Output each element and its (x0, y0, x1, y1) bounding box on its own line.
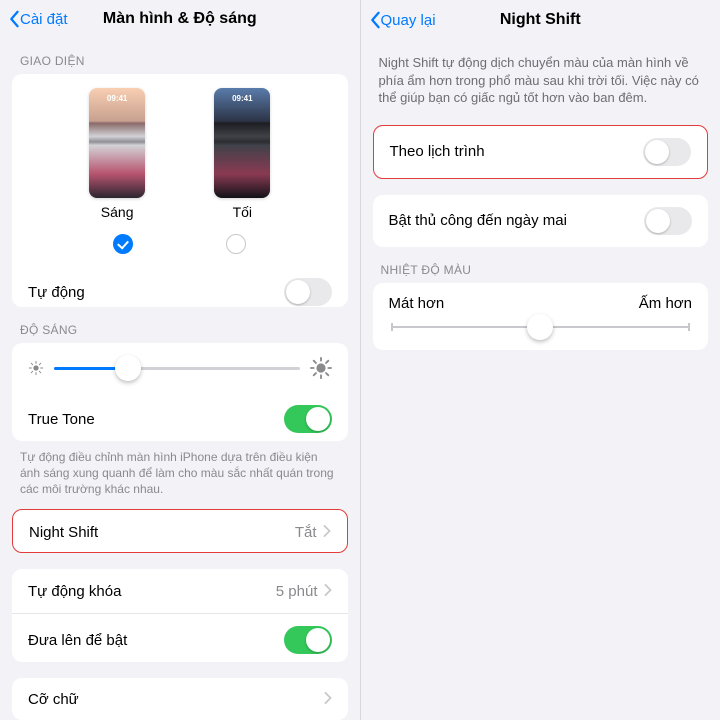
toggle-true-tone[interactable] (284, 405, 332, 433)
manual-enable-label: Bật thủ công đến ngày mai (389, 212, 567, 229)
auto-appearance-label: Tự động (28, 284, 85, 301)
navbar-left: Cài đặt Màn hình & Độ sáng (0, 0, 360, 38)
night-shift-card: Night Shift Tắt (12, 509, 348, 553)
color-temp-slider[interactable] (373, 316, 709, 350)
chevron-right-icon (324, 691, 332, 708)
toggle-manual-enable[interactable] (644, 207, 692, 235)
color-temp-card: Mát hơn Ấm hơn (373, 283, 709, 350)
chevron-left-icon (8, 10, 20, 28)
chevron-left-icon (369, 11, 381, 29)
raise-to-wake-label: Đưa lên để bật (28, 632, 127, 649)
radio-light[interactable] (113, 234, 133, 254)
schedule-label: Theo lịch trình (390, 143, 485, 160)
text-size-card: Cỡ chữ (12, 678, 348, 720)
night-shift-label: Night Shift (29, 524, 98, 541)
schedule-card: Theo lịch trình (373, 125, 709, 179)
brightness-slider-row (12, 343, 348, 393)
section-header-color-temp: NHIỆT ĐỘ MÀU (361, 247, 720, 283)
manual-card: Bật thủ công đến ngày mai (373, 195, 709, 247)
toggle-schedule[interactable] (643, 138, 691, 166)
brightness-slider-thumb[interactable] (115, 355, 141, 381)
appearance-dark-label: Tối (233, 204, 252, 220)
row-true-tone: True Tone (12, 393, 348, 440)
brightness-slider[interactable] (54, 367, 300, 370)
sun-high-icon (310, 357, 332, 379)
row-schedule: Theo lịch trình (374, 126, 708, 178)
night-shift-panel: Quay lại Night Shift Night Shift tự động… (361, 0, 720, 720)
appearance-radio-row (12, 228, 348, 266)
toggle-auto-appearance[interactable] (284, 278, 332, 306)
back-label: Cài đặt (20, 11, 68, 28)
true-tone-label: True Tone (28, 411, 95, 428)
appearance-option-dark[interactable]: 09:41 Tối (214, 88, 270, 220)
back-button[interactable]: Cài đặt (8, 10, 68, 28)
row-night-shift[interactable]: Night Shift Tắt (13, 510, 347, 553)
row-text-size[interactable]: Cỡ chữ (12, 678, 348, 720)
chevron-right-icon (323, 524, 331, 541)
auto-lock-label: Tự động khóa (28, 583, 121, 600)
row-auto-lock[interactable]: Tự động khóa 5 phút (12, 569, 348, 613)
true-tone-note: Tự động điều chỉnh màn hình iPhone dựa t… (0, 441, 360, 510)
thumbnail-dark: 09:41 (214, 88, 270, 198)
row-auto-appearance: Tự động (12, 266, 348, 307)
color-temp-labels: Mát hơn Ấm hơn (373, 283, 709, 316)
auto-lock-value: 5 phút (276, 583, 318, 600)
temp-label-cool: Mát hơn (389, 295, 445, 312)
appearance-light-label: Sáng (101, 204, 134, 220)
back-button[interactable]: Quay lại (369, 11, 436, 29)
appearance-card: 09:41 Sáng 09:41 Tối Tự động (12, 74, 348, 307)
color-temp-slider-thumb[interactable] (527, 314, 553, 340)
appearance-preview-row: 09:41 Sáng 09:41 Tối (12, 74, 348, 228)
night-shift-value: Tắt (295, 524, 317, 541)
chevron-right-icon (324, 583, 332, 600)
temp-label-warm: Ấm hơn (639, 295, 692, 312)
night-shift-description: Night Shift tự động dịch chuyển màu của … (361, 40, 720, 125)
brightness-card: True Tone (12, 343, 348, 440)
navbar-right: Quay lại Night Shift (361, 0, 720, 40)
row-manual-enable: Bật thủ công đến ngày mai (373, 195, 709, 247)
sun-low-icon (28, 360, 44, 376)
toggle-raise-to-wake[interactable] (284, 626, 332, 654)
display-brightness-panel: Cài đặt Màn hình & Độ sáng GIAO DIỆN 09:… (0, 0, 361, 720)
text-size-label: Cỡ chữ (28, 691, 79, 708)
section-header-brightness: ĐỘ SÁNG (0, 307, 360, 343)
back-label: Quay lại (381, 12, 436, 29)
row-raise-to-wake: Đưa lên để bật (12, 613, 348, 662)
autolock-card: Tự động khóa 5 phút Đưa lên để bật (12, 569, 348, 662)
radio-dark[interactable] (226, 234, 246, 254)
thumbnail-light: 09:41 (89, 88, 145, 198)
section-header-appearance: GIAO DIỆN (0, 38, 360, 74)
appearance-option-light[interactable]: 09:41 Sáng (89, 88, 145, 220)
